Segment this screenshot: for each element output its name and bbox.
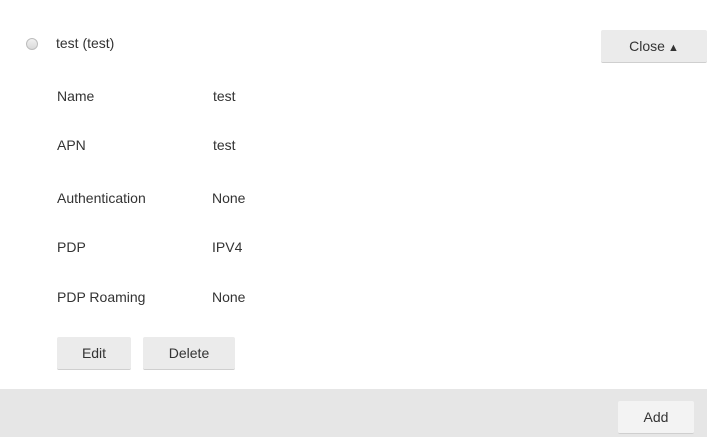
apn-profile-card: test (test) Close ▲ Name test APN test Au…	[0, 0, 707, 389]
detail-value: IPV4	[212, 239, 243, 255]
detail-value: None	[212, 190, 246, 206]
detail-row-pdp: PDP IPV4	[57, 239, 657, 259]
detail-label: APN	[57, 137, 86, 153]
add-button[interactable]: Add	[618, 401, 694, 434]
detail-row-pdp-roaming: PDP Roaming None	[57, 289, 657, 309]
profile-select-radio[interactable]	[26, 38, 38, 50]
delete-button[interactable]: Delete	[143, 337, 235, 370]
detail-value: None	[212, 289, 246, 305]
footer-bar: Add	[0, 389, 707, 437]
collapse-arrow-icon: ▲	[667, 42, 679, 54]
detail-label: Name	[57, 88, 95, 104]
detail-label: Authentication	[57, 190, 146, 206]
detail-value: test	[213, 137, 236, 153]
close-button[interactable]: Close ▲	[601, 30, 707, 63]
profile-title: test (test)	[56, 35, 115, 51]
edit-button[interactable]: Edit	[57, 337, 131, 370]
detail-row-apn: APN test	[57, 137, 657, 157]
close-button-label: Close	[629, 38, 665, 54]
detail-value: test	[213, 88, 236, 104]
detail-label: PDP	[57, 239, 86, 255]
detail-row-authentication: Authentication None	[57, 190, 657, 210]
detail-label: PDP Roaming	[57, 289, 146, 305]
detail-row-name: Name test	[57, 88, 657, 108]
